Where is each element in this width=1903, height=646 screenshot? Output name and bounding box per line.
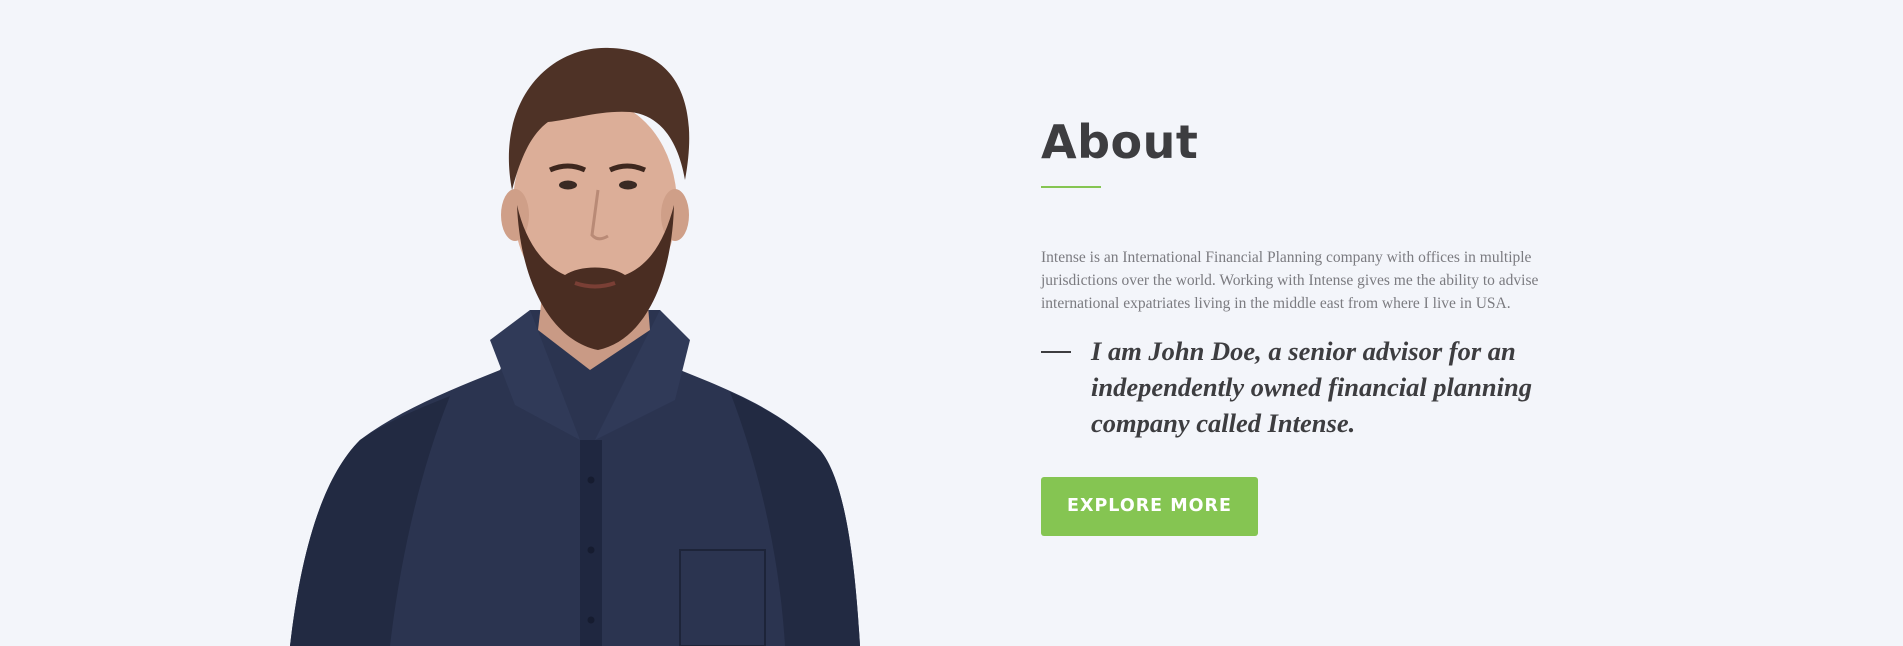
about-title: About: [1041, 115, 1199, 169]
quote-block: I am John Doe, a senior advisor for an i…: [1041, 333, 1601, 441]
advisor-portrait-image: [280, 40, 880, 646]
about-paragraph: Intense is an International Financial Pl…: [1041, 249, 1539, 312]
about-section: About Intense is an International Financ…: [1041, 110, 1601, 536]
quote-dash: [1041, 351, 1071, 353]
quote-text: I am John Doe, a senior advisor for an i…: [1091, 336, 1532, 438]
title-underline: [1041, 186, 1101, 188]
explore-more-button[interactable]: Explore more: [1041, 477, 1258, 536]
